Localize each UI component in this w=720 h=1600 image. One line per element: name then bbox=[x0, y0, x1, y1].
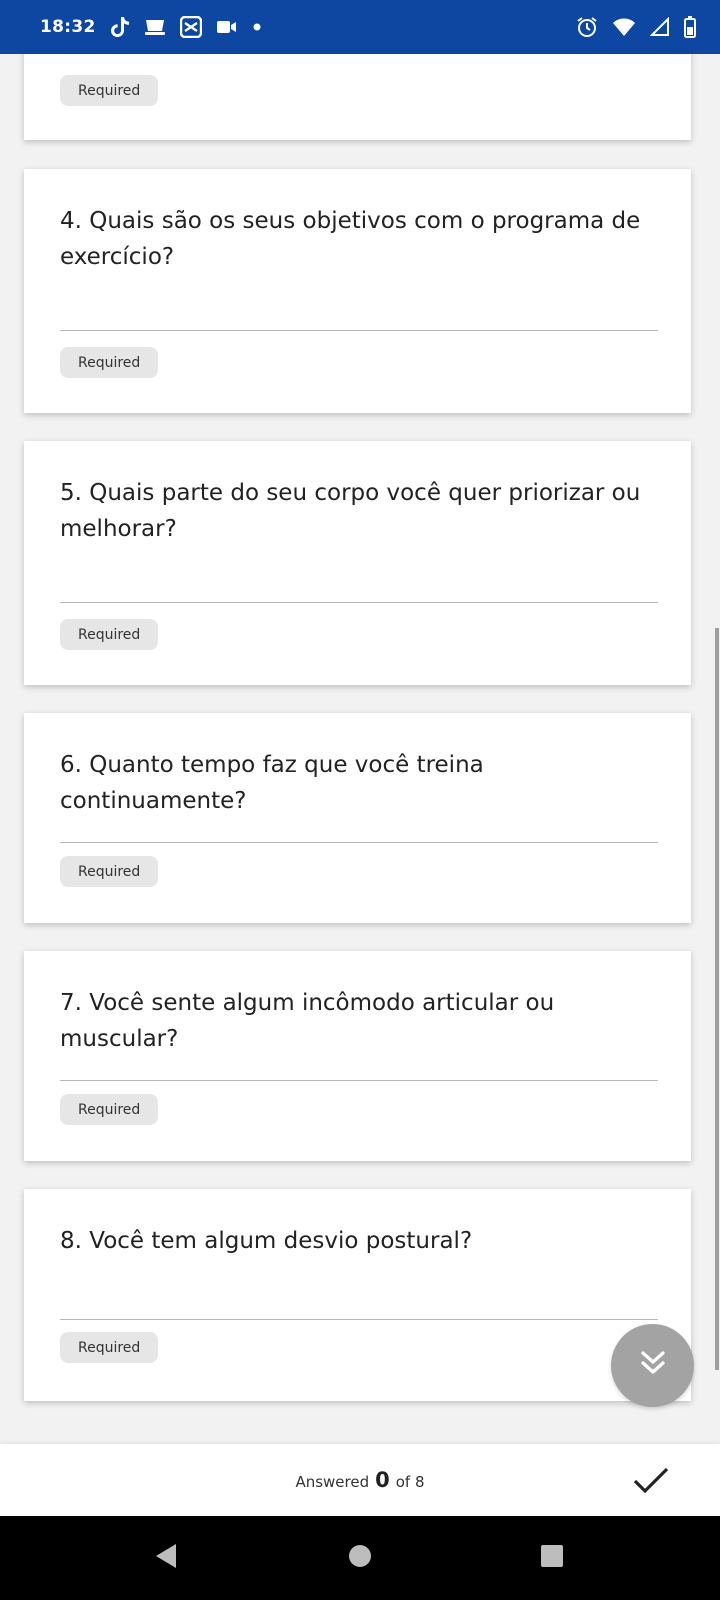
dot-icon bbox=[252, 22, 262, 32]
status-time: 18:32 bbox=[40, 17, 96, 37]
answered-total: of 8 bbox=[395, 1473, 425, 1491]
question-card-4: 4. Quais são os seus objetivos com o pro… bbox=[24, 169, 691, 413]
back-button[interactable] bbox=[150, 1542, 182, 1574]
answer-input[interactable] bbox=[60, 330, 658, 331]
home-icon bbox=[348, 1544, 372, 1573]
question-card-8: 8. Você tem algum desvio postural? Requi… bbox=[24, 1189, 691, 1401]
answer-input[interactable] bbox=[60, 1080, 658, 1081]
signal-icon bbox=[650, 17, 670, 37]
question-card-7: 7. Você sente algum incômodo articular o… bbox=[24, 951, 691, 1161]
status-bar: 18:32 bbox=[0, 0, 720, 54]
scrollbar[interactable] bbox=[715, 628, 719, 1370]
required-badge: Required bbox=[60, 619, 159, 650]
checkmark-icon bbox=[631, 1467, 671, 1504]
required-badge: Required bbox=[60, 1332, 159, 1363]
answered-summary: Answered 0 of 8 bbox=[0, 1468, 720, 1492]
question-text: 7. Você sente algum incômodo articular o… bbox=[60, 990, 555, 1052]
cup-icon bbox=[144, 17, 166, 37]
back-icon bbox=[154, 1543, 178, 1574]
question-text: 4. Quais são os seus objetivos com o pro… bbox=[60, 208, 641, 270]
home-button[interactable] bbox=[344, 1542, 376, 1574]
answer-input[interactable] bbox=[60, 1319, 658, 1320]
navigation-bar bbox=[0, 1516, 720, 1600]
answer-input[interactable] bbox=[60, 602, 658, 603]
wifi-icon bbox=[612, 17, 636, 37]
required-badge: Required bbox=[60, 347, 159, 378]
question-card-6: 6. Quanto tempo faz que você treina cont… bbox=[24, 713, 691, 923]
required-badge: Required bbox=[60, 75, 159, 106]
question-text: 6. Quanto tempo faz que você treina cont… bbox=[60, 752, 484, 814]
question-text: 8. Você tem algum desvio postural? bbox=[60, 1228, 473, 1254]
recents-button[interactable] bbox=[536, 1542, 568, 1574]
answered-count: 0 bbox=[375, 1468, 390, 1492]
capcut-icon bbox=[179, 16, 202, 38]
video-camera-icon bbox=[216, 19, 238, 35]
required-badge: Required bbox=[60, 856, 159, 887]
double-chevron-down-icon bbox=[638, 1348, 668, 1383]
required-badge: Required bbox=[60, 1094, 159, 1125]
question-text: 5. Quais parte do seu corpo você quer pr… bbox=[60, 480, 641, 542]
progress-footer: Answered 0 of 8 bbox=[0, 1444, 720, 1516]
battery-icon bbox=[684, 16, 696, 38]
question-card-5: 5. Quais parte do seu corpo você quer pr… bbox=[24, 441, 691, 685]
question-card-3: Required bbox=[24, 54, 691, 140]
submit-button[interactable] bbox=[631, 1460, 671, 1500]
tiktok-icon bbox=[110, 16, 130, 38]
answer-input[interactable] bbox=[60, 842, 658, 843]
form-content[interactable]: Required 4. Quais são os seus objetivos … bbox=[0, 54, 720, 1444]
alarm-icon bbox=[576, 16, 598, 38]
answered-label: Answered bbox=[295, 1473, 370, 1491]
scroll-down-button[interactable] bbox=[611, 1324, 694, 1407]
recents-icon bbox=[540, 1544, 564, 1573]
